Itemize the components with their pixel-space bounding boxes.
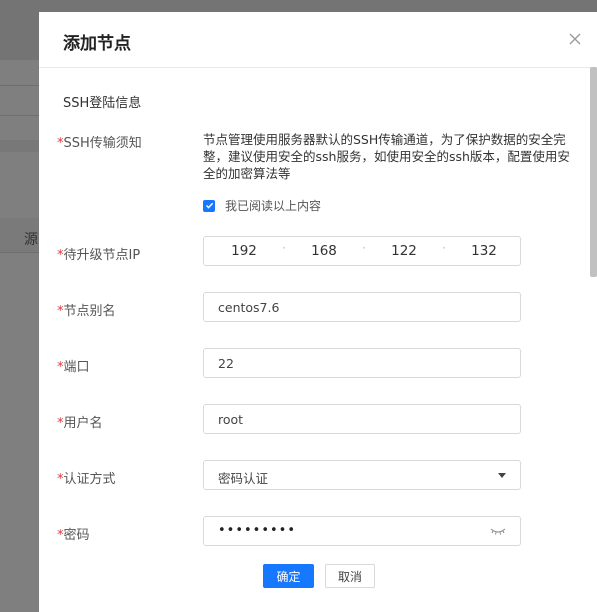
- add-node-dialog: 添加节点 SSH登陆信息 *SSH传输须知 节点管理使用服务器默认的SSH传输通…: [39, 12, 597, 612]
- auth-method-label: *认证方式: [57, 468, 116, 487]
- password-value: •••••••••: [218, 523, 297, 538]
- cancel-button[interactable]: 取消: [325, 564, 375, 588]
- node-ip-label: *待升级节点IP: [57, 244, 140, 263]
- ip-separator: ·: [442, 241, 446, 255]
- chevron-down-icon[interactable]: [498, 473, 506, 478]
- ssh-notice-label-text: SSH传输须知: [63, 136, 142, 151]
- password-label-text: 密码: [63, 528, 90, 543]
- checkbox-checked-icon[interactable]: [203, 199, 215, 212]
- agree-checkbox[interactable]: 我已阅读以上内容: [203, 197, 321, 214]
- auth-method-label-text: 认证方式: [63, 472, 116, 487]
- port-value: 22: [218, 356, 234, 371]
- dialog-header: 添加节点: [39, 12, 597, 68]
- ssh-notice-text: 节点管理使用服务器默认的SSH传输通道，为了保护数据的安全完整，建议使用安全的s…: [203, 132, 570, 181]
- ip-octet-4[interactable]: 132: [454, 243, 514, 259]
- password-input[interactable]: •••••••••: [203, 516, 521, 546]
- username-input[interactable]: root: [203, 404, 521, 434]
- username-label-text: 用户名: [63, 416, 103, 431]
- ip-separator: ·: [362, 241, 366, 255]
- close-icon[interactable]: [568, 32, 582, 46]
- confirm-button[interactable]: 确定: [263, 564, 314, 588]
- ip-octet-3[interactable]: 122: [374, 243, 434, 259]
- port-input[interactable]: 22: [203, 348, 521, 378]
- auth-method-select[interactable]: 密码认证: [203, 460, 521, 490]
- dialog-scrollbar[interactable]: [590, 67, 597, 277]
- node-ip-input[interactable]: 192 · 168 · 122 · 132: [203, 236, 521, 266]
- agree-label: 我已阅读以上内容: [225, 199, 322, 213]
- port-label-text: 端口: [63, 360, 90, 375]
- dialog-title: 添加节点: [63, 34, 131, 54]
- password-label: *密码: [57, 524, 90, 543]
- alias-label: *节点别名: [57, 300, 116, 319]
- ip-octet-2[interactable]: 168: [294, 243, 354, 259]
- section-title: SSH登陆信息: [63, 96, 142, 111]
- auth-method-value: 密码认证: [218, 471, 269, 486]
- node-ip-label-text: 待升级节点IP: [63, 248, 141, 263]
- ip-octet-1[interactable]: 192: [214, 243, 274, 259]
- alias-input[interactable]: centos7.6: [203, 292, 521, 322]
- username-value: root: [218, 412, 244, 427]
- eye-closed-icon[interactable]: [490, 526, 506, 536]
- alias-label-text: 节点别名: [63, 304, 116, 319]
- alias-value: centos7.6: [218, 300, 280, 315]
- port-label: *端口: [57, 356, 90, 375]
- ip-separator: ·: [282, 241, 286, 255]
- ssh-notice-label: *SSH传输须知: [57, 132, 142, 151]
- username-label: *用户名: [57, 412, 103, 431]
